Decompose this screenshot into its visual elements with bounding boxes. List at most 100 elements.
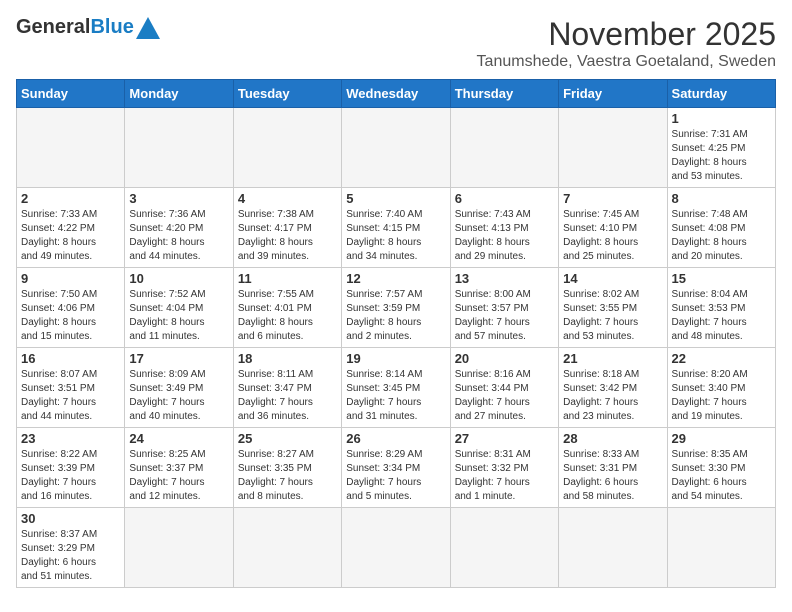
day-info: Sunrise: 8:04 AM Sunset: 3:53 PM Dayligh…: [672, 288, 771, 344]
day-number: 25: [238, 431, 337, 446]
day-info: Sunrise: 8:20 AM Sunset: 3:40 PM Dayligh…: [672, 368, 771, 424]
table-row: 27 Sunrise: 8:31 AM Sunset: 3:32 PM Dayli…: [450, 428, 558, 508]
header-thursday: Thursday: [450, 80, 558, 108]
table-row: 5 Sunrise: 7:40 AM Sunset: 4:15 PM Daylig…: [342, 188, 450, 268]
day-number: 7: [563, 191, 662, 206]
location-title: Tanumshede, Vaestra Goetaland, Sweden: [477, 53, 776, 71]
table-row: 14Sunrise: 8:02 AM Sunset: 3:55 PM Dayli…: [559, 268, 667, 348]
day-number: 10: [129, 271, 228, 286]
table-row: [233, 108, 341, 188]
logo-general-text: General: [16, 16, 90, 39]
table-row: 11 Sunrise: 7:55 AM Sunset: 4:01 PM Dayli…: [233, 268, 341, 348]
table-row: [450, 508, 558, 588]
day-number: 1: [672, 111, 771, 126]
table-row: 15Sunrise: 8:04 AM Sunset: 3:53 PM Dayli…: [667, 268, 775, 348]
day-info: Sunrise: 7:40 AM Sunset: 4:15 PM Dayligh…: [346, 208, 445, 264]
header-friday: Friday: [559, 80, 667, 108]
day-info: Sunrise: 7:31 AM Sunset: 4:25 PM Dayligh…: [672, 128, 771, 184]
day-number: 12: [346, 271, 445, 286]
table-row: [233, 508, 341, 588]
day-number: 30: [21, 511, 120, 526]
calendar-header-row: Sunday Monday Tuesday Wednesday Thursday…: [17, 80, 776, 108]
day-info: Sunrise: 8:09 AM Sunset: 3:49 PM Dayligh…: [129, 368, 228, 424]
day-info: Sunrise: 8:11 AM Sunset: 3:47 PM Dayligh…: [238, 368, 337, 424]
header-monday: Monday: [125, 80, 233, 108]
day-info: Sunrise: 7:52 AM Sunset: 4:04 PM Dayligh…: [129, 288, 228, 344]
day-number: 19: [346, 351, 445, 366]
day-number: 22: [672, 351, 771, 366]
table-row: 25 Sunrise: 8:27 AM Sunset: 3:35 PM Dayli…: [233, 428, 341, 508]
day-info: Sunrise: 7:50 AM Sunset: 4:06 PM Dayligh…: [21, 288, 120, 344]
day-info: Sunrise: 8:33 AM Sunset: 3:31 PM Dayligh…: [563, 448, 662, 504]
table-row: 19 Sunrise: 8:14 AM Sunset: 3:45 PM Dayli…: [342, 348, 450, 428]
day-info: Sunrise: 8:00 AM Sunset: 3:57 PM Dayligh…: [455, 288, 554, 344]
day-info: Sunrise: 8:27 AM Sunset: 3:35 PM Dayligh…: [238, 448, 337, 504]
day-info: Sunrise: 7:33 AM Sunset: 4:22 PM Dayligh…: [21, 208, 120, 264]
day-info: Sunrise: 7:43 AM Sunset: 4:13 PM Dayligh…: [455, 208, 554, 264]
day-number: 23: [21, 431, 120, 446]
table-row: 12 Sunrise: 7:57 AM Sunset: 3:59 PM Dayli…: [342, 268, 450, 348]
page-header: General Blue November 2025 Tanumshede, V…: [16, 16, 776, 71]
day-number: 3: [129, 191, 228, 206]
logo-triangle-icon: [136, 17, 160, 39]
day-number: 21: [563, 351, 662, 366]
table-row: 29 Sunrise: 8:35 AM Sunset: 3:30 PM Dayli…: [667, 428, 775, 508]
day-number: 5: [346, 191, 445, 206]
day-info: Sunrise: 8:25 AM Sunset: 3:37 PM Dayligh…: [129, 448, 228, 504]
table-row: 7 Sunrise: 7:45 AM Sunset: 4:10 PM Daylig…: [559, 188, 667, 268]
day-info: Sunrise: 7:38 AM Sunset: 4:17 PM Dayligh…: [238, 208, 337, 264]
table-row: 23 Sunrise: 8:22 AM Sunset: 3:39 PM Dayli…: [17, 428, 125, 508]
header-saturday: Saturday: [667, 80, 775, 108]
day-number: 27: [455, 431, 554, 446]
day-info: Sunrise: 8:22 AM Sunset: 3:39 PM Dayligh…: [21, 448, 120, 504]
table-row: 3 Sunrise: 7:36 AM Sunset: 4:20 PM Daylig…: [125, 188, 233, 268]
day-info: Sunrise: 8:31 AM Sunset: 3:32 PM Dayligh…: [455, 448, 554, 504]
day-info: Sunrise: 7:55 AM Sunset: 4:01 PM Dayligh…: [238, 288, 337, 344]
day-info: Sunrise: 7:45 AM Sunset: 4:10 PM Dayligh…: [563, 208, 662, 264]
table-row: 8Sunrise: 7:48 AM Sunset: 4:08 PM Daylig…: [667, 188, 775, 268]
day-number: 11: [238, 271, 337, 286]
table-row: [125, 108, 233, 188]
table-row: 21 Sunrise: 8:18 AM Sunset: 3:42 PM Dayli…: [559, 348, 667, 428]
table-row: 26Sunrise: 8:29 AM Sunset: 3:34 PM Dayli…: [342, 428, 450, 508]
calendar-table: Sunday Monday Tuesday Wednesday Thursday…: [16, 79, 776, 588]
day-info: Sunrise: 8:35 AM Sunset: 3:30 PM Dayligh…: [672, 448, 771, 504]
day-info: Sunrise: 7:36 AM Sunset: 4:20 PM Dayligh…: [129, 208, 228, 264]
month-title: November 2025: [477, 16, 776, 53]
table-row: 1 Sunrise: 7:31 AM Sunset: 4:25 PM Daylig…: [667, 108, 775, 188]
day-info: Sunrise: 8:16 AM Sunset: 3:44 PM Dayligh…: [455, 368, 554, 424]
table-row: [559, 108, 667, 188]
table-row: 4 Sunrise: 7:38 AM Sunset: 4:17 PM Daylig…: [233, 188, 341, 268]
header-sunday: Sunday: [17, 80, 125, 108]
table-row: 20 Sunrise: 8:16 AM Sunset: 3:44 PM Dayli…: [450, 348, 558, 428]
day-number: 18: [238, 351, 337, 366]
table-row: 17Sunrise: 8:09 AM Sunset: 3:49 PM Dayli…: [125, 348, 233, 428]
table-row: 22 Sunrise: 8:20 AM Sunset: 3:40 PM Dayli…: [667, 348, 775, 428]
table-row: 18 Sunrise: 8:11 AM Sunset: 3:47 PM Dayli…: [233, 348, 341, 428]
day-number: 28: [563, 431, 662, 446]
day-info: Sunrise: 8:18 AM Sunset: 3:42 PM Dayligh…: [563, 368, 662, 424]
table-row: 2Sunrise: 7:33 AM Sunset: 4:22 PM Daylig…: [17, 188, 125, 268]
header-tuesday: Tuesday: [233, 80, 341, 108]
day-number: 24: [129, 431, 228, 446]
table-row: 24 Sunrise: 8:25 AM Sunset: 3:37 PM Dayli…: [125, 428, 233, 508]
day-info: Sunrise: 7:57 AM Sunset: 3:59 PM Dayligh…: [346, 288, 445, 344]
day-number: 20: [455, 351, 554, 366]
day-number: 26: [346, 431, 445, 446]
day-number: 8: [672, 191, 771, 206]
day-number: 13: [455, 271, 554, 286]
table-row: [450, 108, 558, 188]
table-row: 10 Sunrise: 7:52 AM Sunset: 4:04 PM Dayli…: [125, 268, 233, 348]
logo-blue-text: Blue: [90, 16, 133, 39]
table-row: 13 Sunrise: 8:00 AM Sunset: 3:57 PM Dayli…: [450, 268, 558, 348]
table-row: 6Sunrise: 7:43 AM Sunset: 4:13 PM Daylig…: [450, 188, 558, 268]
day-number: 4: [238, 191, 337, 206]
day-number: 29: [672, 431, 771, 446]
table-row: [17, 108, 125, 188]
day-info: Sunrise: 8:02 AM Sunset: 3:55 PM Dayligh…: [563, 288, 662, 344]
title-area: November 2025 Tanumshede, Vaestra Goetal…: [477, 16, 776, 71]
table-row: [342, 108, 450, 188]
table-row: [667, 508, 775, 588]
table-row: [342, 508, 450, 588]
day-info: Sunrise: 8:14 AM Sunset: 3:45 PM Dayligh…: [346, 368, 445, 424]
